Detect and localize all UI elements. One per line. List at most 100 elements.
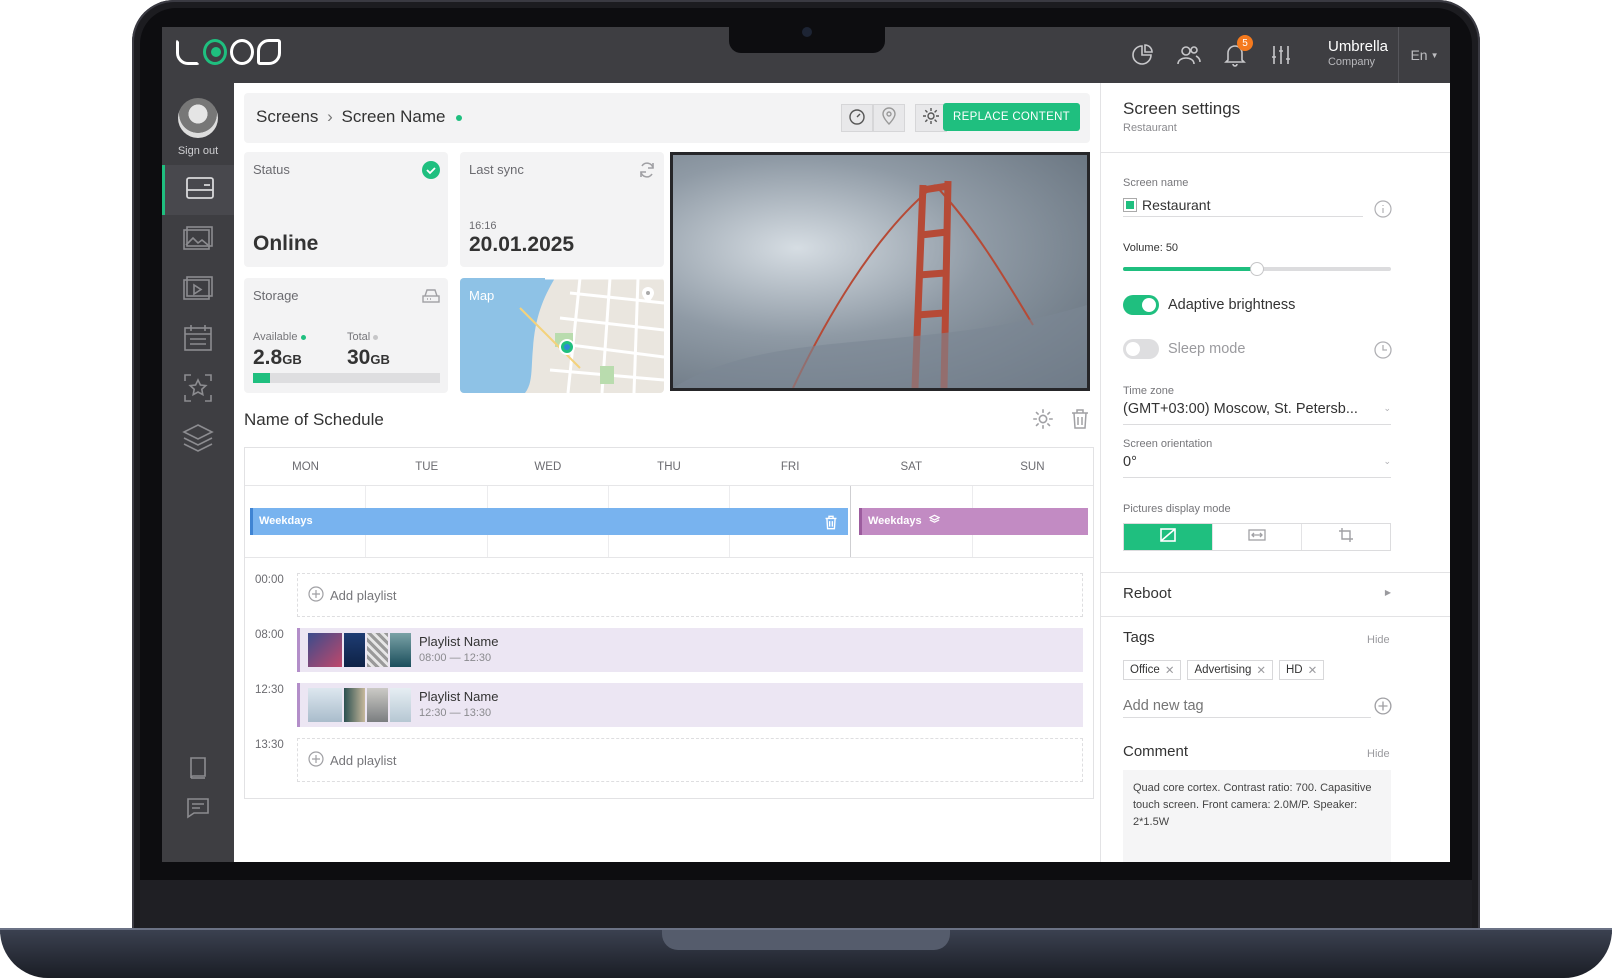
fill-icon (1159, 527, 1177, 548)
sync-date: 20.01.2025 (469, 233, 575, 256)
breadcrumb-text: Screens › Screen Name (256, 107, 463, 127)
playlist-thumbnail (344, 688, 365, 722)
add-playlist-row[interactable]: Add playlist (297, 573, 1083, 617)
add-playlist-label: Add playlist (330, 752, 397, 768)
plus-circle-icon[interactable] (1374, 697, 1392, 720)
weekend-bar-label: Weekdays (868, 515, 922, 527)
day-mon: MON (292, 461, 319, 473)
playlist-row[interactable]: Playlist Name 08:00 — 12:30 (297, 628, 1083, 672)
language-selector[interactable]: En ▼ (1398, 27, 1450, 83)
adaptive-brightness-toggle[interactable] (1123, 295, 1159, 315)
nav-layers[interactable] (162, 415, 234, 465)
sleep-mode-toggle[interactable] (1123, 339, 1159, 359)
notification-badge: 5 (1237, 35, 1253, 51)
orientation-underline (1123, 477, 1391, 478)
clock-icon[interactable] (1374, 341, 1392, 364)
location-button[interactable] (873, 104, 905, 132)
nav-feedback[interactable] (162, 785, 234, 835)
mode-fill-button[interactable] (1124, 524, 1213, 550)
nav-favorites[interactable] (162, 365, 234, 415)
speed-button[interactable] (841, 104, 873, 132)
map-card[interactable]: Map (460, 278, 664, 393)
orientation-select[interactable]: 0° ⌄ (1123, 454, 1391, 476)
sliders-icon[interactable] (1267, 41, 1295, 69)
timezone-label: Time zone (1123, 385, 1174, 397)
refresh-icon[interactable] (638, 161, 656, 184)
screen-name-label: Screen name (1123, 177, 1189, 189)
tag-label: HD (1286, 664, 1303, 676)
close-icon[interactable]: ✕ (1308, 663, 1318, 677)
storage-progress (253, 373, 440, 383)
mode-fit-button[interactable] (1213, 524, 1302, 550)
preview-bridge (673, 180, 1087, 388)
reboot-label: Reboot (1123, 585, 1172, 602)
schedule-gear-icon[interactable] (1032, 408, 1054, 435)
user-menu[interactable]: Umbrella Company (1328, 39, 1388, 68)
add-tag-input[interactable] (1123, 694, 1371, 718)
users-icon[interactable] (1175, 41, 1203, 69)
available-value-row: 2.8GB (253, 346, 302, 370)
nav-images[interactable] (162, 215, 234, 265)
tags-hide-link[interactable]: Hide (1367, 634, 1390, 646)
layers-small-icon (928, 514, 941, 527)
chevron-down-icon: ⌄ (1383, 403, 1391, 413)
volume-label: Volume: (1123, 242, 1163, 254)
screen-preview[interactable] (670, 152, 1090, 391)
timezone-value: (GMT+03:00) Moscow, St. Petersb... (1123, 401, 1358, 417)
total-unit: GB (370, 352, 390, 367)
bell-icon[interactable]: 5 (1221, 35, 1253, 69)
screen-icon (185, 176, 215, 205)
weekdays-bar-label: Weekdays (259, 515, 313, 527)
breadcrumb-root[interactable]: Screens (256, 107, 318, 126)
screen-name-field[interactable]: Restaurant (1123, 194, 1363, 216)
playlist-thumbnail (308, 633, 342, 667)
time-label: 08:00 (255, 629, 284, 641)
playlist-row[interactable]: Playlist Name 12:30 — 13:30 (297, 683, 1083, 727)
settings-subtitle: Restaurant (1123, 122, 1177, 134)
reboot-row[interactable]: Reboot ▶ (1123, 585, 1391, 609)
volume-slider-handle[interactable] (1250, 262, 1264, 276)
weekday-header: MON TUE WED THU FRI SAT SUN (245, 448, 1093, 486)
sync-label: Last sync (469, 162, 524, 177)
divider (1101, 616, 1450, 617)
total-value-row: 30GB (347, 346, 390, 370)
available-value: 2.8 (253, 346, 283, 369)
trash-icon[interactable] (824, 514, 838, 541)
fit-icon (1248, 528, 1266, 547)
comment-hide-link[interactable]: Hide (1367, 748, 1390, 760)
available-unit: GB (282, 352, 302, 367)
info-icon[interactable] (1374, 200, 1392, 223)
timezone-select[interactable]: (GMT+03:00) Moscow, St. Petersb... ⌄ (1123, 401, 1391, 423)
weekend-bar[interactable]: Weekdays (859, 508, 1088, 535)
sign-out-link[interactable]: Sign out (162, 145, 234, 157)
weekdays-bar[interactable]: Weekdays (250, 508, 848, 535)
replace-content-button[interactable]: REPLACE CONTENT (943, 103, 1080, 131)
nav-videos[interactable] (162, 265, 234, 315)
star-frame-icon (183, 373, 213, 408)
sleep-mode-label: Sleep mode (1168, 341, 1246, 357)
location-icon (881, 106, 897, 130)
schedule-trash-icon[interactable] (1070, 408, 1090, 435)
topbar-icons: 5 (1129, 35, 1295, 69)
gear-icon (922, 107, 940, 130)
total-label-row: Total (347, 331, 379, 343)
mode-crop-button[interactable] (1302, 524, 1390, 550)
available-label-row: Available (253, 331, 306, 343)
close-icon[interactable]: ✕ (1165, 663, 1175, 677)
avatar[interactable] (178, 98, 218, 138)
analytics-icon[interactable] (1129, 41, 1157, 69)
playlist-thumbnail (390, 633, 411, 667)
nav-screens[interactable] (162, 165, 234, 215)
app-logo[interactable] (176, 39, 281, 69)
playlist-thumbnail (344, 633, 365, 667)
add-playlist-row[interactable]: Add playlist (297, 738, 1083, 782)
orientation-value: 0° (1123, 454, 1137, 470)
close-icon[interactable]: ✕ (1256, 663, 1266, 677)
nav-calendar[interactable] (162, 315, 234, 365)
user-name: Umbrella (1327, 38, 1388, 55)
volume-slider[interactable] (1123, 262, 1391, 276)
playlist-info: Playlist Name 08:00 — 12:30 (419, 634, 498, 665)
chevron-down-icon: ⌄ (1383, 456, 1391, 466)
schedule-title: Name of Schedule (244, 410, 384, 429)
comment-text[interactable]: Quad core cortex. Contrast ratio: 700. C… (1123, 770, 1391, 862)
